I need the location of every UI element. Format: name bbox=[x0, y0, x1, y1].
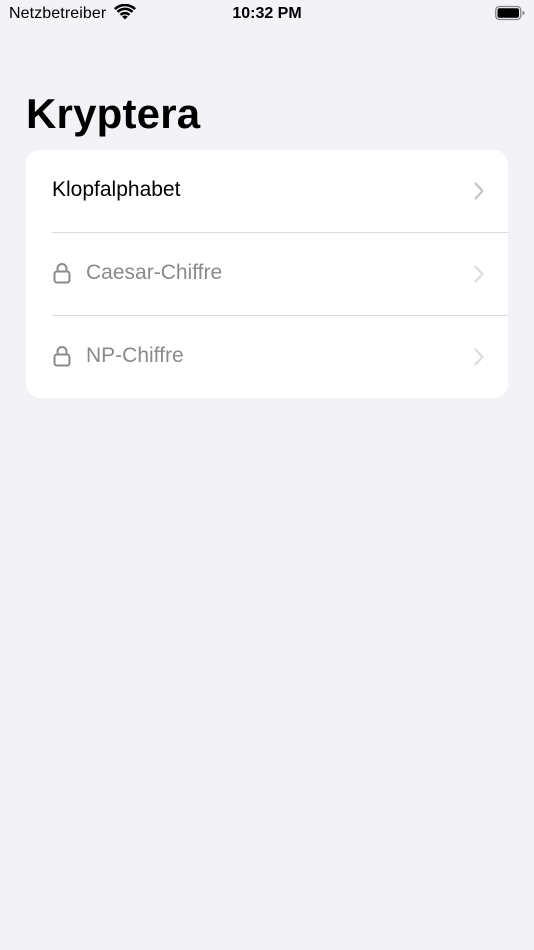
list-item-label: NP-Chiffre bbox=[86, 344, 184, 367]
list-item-caesar-chiffre[interactable]: Caesar-Chiffre bbox=[26, 233, 508, 316]
status-bar: Netzbetreiber 10:32 PM bbox=[0, 0, 534, 28]
lock-icon bbox=[53, 263, 71, 284]
chevron-right-icon bbox=[474, 265, 484, 283]
chevron-right-icon bbox=[474, 348, 484, 366]
list-item-label: Caesar-Chiffre bbox=[86, 261, 223, 284]
status-time: 10:32 PM bbox=[232, 5, 302, 22]
list-item-label: Klopfalphabet bbox=[52, 178, 181, 201]
chevron-right-icon bbox=[474, 182, 484, 200]
cipher-list: Klopfalphabet Caesar-Chiffre NP-Chiffre bbox=[26, 150, 508, 398]
list-item-klopfalphabet[interactable]: Klopfalphabet bbox=[26, 150, 508, 233]
list-item-np-chiffre[interactable]: NP-Chiffre bbox=[26, 316, 508, 398]
page-title: Kryptera bbox=[26, 90, 201, 137]
lock-icon bbox=[53, 346, 71, 367]
battery-icon bbox=[495, 5, 525, 21]
